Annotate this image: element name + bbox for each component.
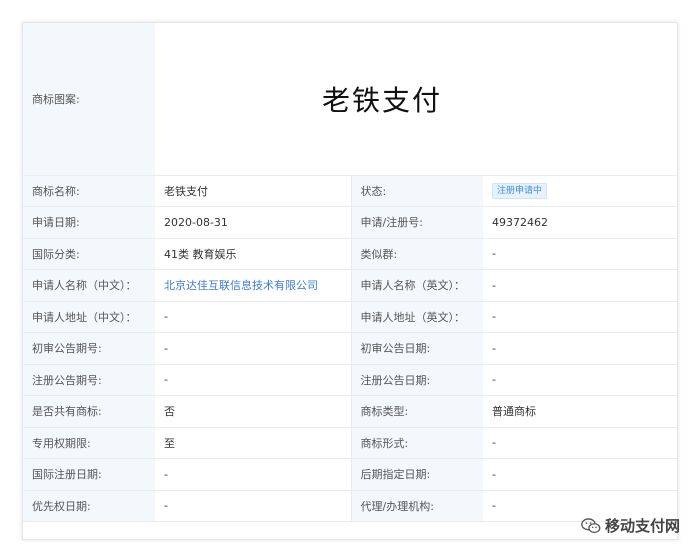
trademark-logo-text: 老铁支付 [322, 83, 443, 117]
field-value: - [483, 427, 677, 459]
field-label: 优先权日期: [23, 490, 155, 522]
trademark-info-table: 商标图案: 老铁支付 商标名称: 老铁支付 状态: 注册申请中 申请日期: 20… [23, 23, 677, 522]
field-label: 状态: [350, 175, 483, 207]
field-label: 初审公告日期: [350, 332, 483, 365]
table-row: 商标名称: 老铁支付 状态: 注册申请中 [23, 175, 677, 207]
field-value: 普通商标 [483, 395, 677, 428]
applicant-name-link[interactable]: 北京达佳互联信息技术有限公司 [164, 279, 318, 292]
field-value: - [483, 364, 677, 396]
status-cell: 注册申请中 [483, 175, 677, 207]
field-value: - [155, 301, 351, 333]
field-value: 41类 教育娱乐 [155, 238, 351, 270]
field-value: - [483, 332, 677, 365]
field-label: 申请人地址（英文）： [350, 301, 483, 333]
table-row: 是否共有商标: 否 商标类型: 普通商标 [23, 395, 677, 428]
field-label: 专用权期限: [23, 427, 155, 459]
field-value: 2020-08-31 [155, 206, 351, 239]
field-label: 商标名称: [23, 175, 155, 207]
trademark-detail-card: 商标图案: 老铁支付 商标名称: 老铁支付 状态: 注册申请中 申请日期: 20… [22, 22, 678, 540]
table-row: 注册公告期号: - 注册公告日期: - [23, 364, 677, 396]
field-label: 申请人地址（中文）： [23, 301, 155, 333]
field-value: - [483, 269, 677, 302]
applicant-name-cell: 北京达佳互联信息技术有限公司 [155, 269, 351, 302]
field-value: 否 [155, 395, 351, 428]
table-row: 初审公告期号: - 初审公告日期: - [23, 332, 677, 365]
table-row: 申请人名称（中文）： 北京达佳互联信息技术有限公司 申请人名称（英文）： - [23, 269, 677, 302]
field-label: 商标形式: [350, 427, 483, 459]
field-value: - [483, 238, 677, 270]
field-label: 是否共有商标: [23, 395, 155, 428]
field-value: 至 [155, 427, 351, 459]
field-label: 申请人名称（英文）： [350, 269, 483, 302]
field-label: 国际注册日期: [23, 458, 155, 491]
field-value: - [483, 301, 677, 333]
field-label: 注册公告日期: [350, 364, 483, 396]
field-value: - [155, 332, 351, 365]
field-label: 代理/办理机构: [350, 490, 483, 522]
field-label: 后期指定日期: [350, 458, 483, 491]
table-row: 优先权日期: - 代理/办理机构: - [23, 490, 677, 522]
watermark-text: 移动支付网 [604, 517, 680, 535]
table-row: 专用权期限: 至 商标形式: - [23, 427, 677, 459]
logo-row: 商标图案: 老铁支付 [23, 23, 677, 176]
field-label: 商标类型: [350, 395, 483, 428]
status-badge: 注册申请中 [492, 182, 548, 199]
table-row: 国际注册日期: - 后期指定日期: - [23, 458, 677, 491]
watermark: 移动支付网 [581, 515, 680, 536]
field-label: 类似群: [350, 238, 483, 270]
field-value: - [155, 490, 351, 522]
field-label: 注册公告期号: [23, 364, 155, 396]
table-row: 申请日期: 2020-08-31 申请/注册号: 49372462 [23, 206, 677, 239]
wechat-icon [581, 517, 601, 533]
field-value: 49372462 [483, 206, 677, 239]
field-label: 初审公告期号: [23, 332, 155, 365]
table-row: 申请人地址（中文）： - 申请人地址（英文）： - [23, 301, 677, 333]
field-label: 申请日期: [23, 206, 155, 239]
field-value: - [155, 364, 351, 396]
field-label: 申请人名称（中文）： [23, 269, 155, 302]
field-value: - [155, 458, 351, 491]
field-label: 国际分类: [23, 238, 155, 270]
table-row: 国际分类: 41类 教育娱乐 类似群: - [23, 238, 677, 270]
trademark-logo: 老铁支付 [155, 23, 677, 176]
field-label: 申请/注册号: [350, 206, 483, 239]
field-value: 老铁支付 [155, 175, 351, 207]
field-value: - [483, 458, 677, 491]
logo-label: 商标图案: [23, 23, 155, 176]
